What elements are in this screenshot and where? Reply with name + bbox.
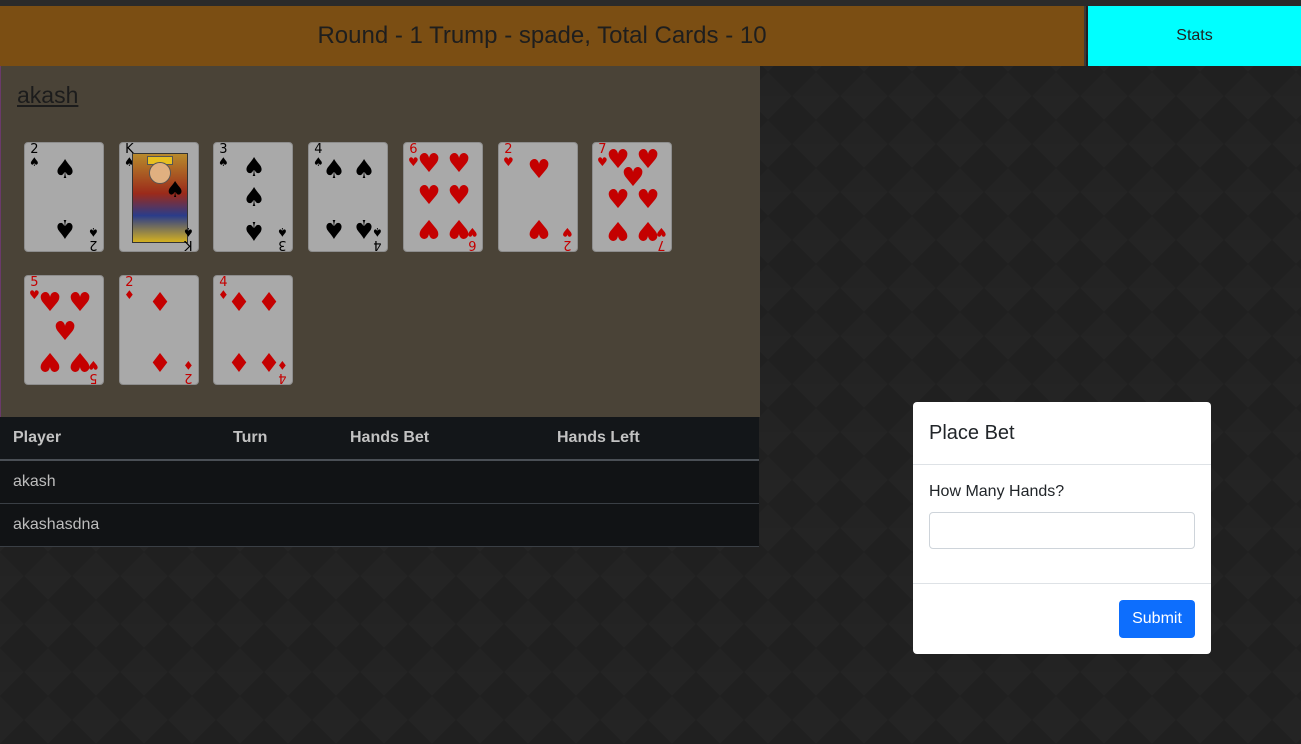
table-header-row: Player Turn Hands Bet Hands Left (0, 417, 759, 461)
diamond-pip-icon: ♦ (148, 346, 172, 376)
card-index-bottom: 3 ♠ (277, 225, 288, 252)
diamond-pip-icon: ♦ (148, 288, 172, 318)
card-index-bottom: 6 ♥ (467, 225, 478, 252)
heart-pip-icon: ♥ (606, 215, 630, 245)
playing-card-6-heart[interactable]: 6 ♥ ♥ ♥ ♥ ♥ ♥ ♥ 6 ♥ (403, 142, 483, 252)
card-index-bottom: K ♠ (183, 225, 194, 252)
stats-button[interactable]: Stats (1088, 6, 1301, 66)
playing-card-2-spade[interactable]: 2 ♠ ♠ ♠ 2 ♠ (24, 142, 104, 252)
round-info-text: Round - 1 Trump - spade, Total Cards - 1… (317, 22, 767, 49)
card-index-bottom: 5 ♥ (88, 358, 99, 385)
king-face-image: ♠ (132, 153, 188, 243)
playing-card-3-spade[interactable]: 3 ♠ ♠ ♠ ♠ 3 ♠ (213, 142, 293, 252)
card-index-bottom: 2 ♦ (183, 358, 194, 385)
hand-panel: akash 2 ♠ ♠ ♠ 2 ♠ K ♠ ♠ K ♠ 3 ♠ ♠ ♠ ♠ 3 ♠ 4 ♠ ♠ ♠ ♠ ♠ 4 ♠ 6 ♥ ♥ ♥ ♥ ♥ ♥ ♥… (0, 66, 760, 417)
stats-button-label: Stats (1176, 27, 1213, 44)
diamond-pip-icon: ♦ (257, 288, 281, 318)
players-table: Player Turn Hands Bet Hands Left akash a… (0, 417, 759, 547)
playing-card-7-heart[interactable]: 7 ♥ ♥ ♥ ♥ ♥ ♥ ♥ ♥ 7 ♥ (592, 142, 672, 252)
submit-button[interactable]: Submit (1119, 600, 1195, 638)
spade-pip-icon: ♠ (53, 155, 77, 185)
column-header-player: Player (0, 417, 220, 461)
column-header-hands-left: Hands Left (544, 417, 759, 461)
player-cell: akashasdna (0, 503, 220, 547)
spade-pip-icon: ♠ (242, 153, 266, 183)
modal-body: How Many Hands? (913, 465, 1211, 584)
heart-pip-icon: ♥ (606, 185, 630, 215)
hands-bet-cell (337, 460, 544, 504)
current-player-name[interactable]: akash (17, 82, 78, 109)
modal-footer: Submit (913, 584, 1211, 654)
modal-header: Place Bet (913, 402, 1211, 465)
heart-pip-icon: ♥ (417, 149, 441, 179)
playing-card-2-diamond[interactable]: 2 ♦ ♦ ♦ 2 ♦ (119, 275, 199, 385)
card-index-bottom: 2 ♠ (88, 225, 99, 252)
modal-title: Place Bet (929, 421, 1015, 444)
table-row: akash (0, 460, 759, 504)
heart-pip-icon: ♥ (68, 288, 92, 318)
playing-card-2-heart[interactable]: 2 ♥ ♥ ♥ 2 ♥ (498, 142, 578, 252)
heart-pip-icon: ♥ (447, 149, 471, 179)
playing-card-K-spade[interactable]: K ♠ ♠ K ♠ (119, 142, 199, 252)
heart-pip-icon: ♥ (38, 346, 62, 376)
spade-pip-icon: ♠ (322, 213, 346, 243)
card-index-top: 2 ♥ (503, 142, 514, 169)
diamond-pip-icon: ♦ (227, 288, 251, 318)
heart-pip-icon: ♥ (417, 213, 441, 243)
card-index-top: 2 ♠ (29, 142, 40, 169)
heart-pip-icon: ♥ (53, 317, 77, 347)
spade-pip-icon: ♠ (322, 155, 346, 185)
playing-card-4-diamond[interactable]: 4 ♦ ♦ ♦ ♦ ♦ 4 ♦ (213, 275, 293, 385)
heart-pip-icon: ♥ (527, 155, 551, 185)
hands-left-cell (544, 503, 759, 547)
hands-bet-cell (337, 503, 544, 547)
turn-cell (220, 503, 337, 547)
heart-pip-icon: ♥ (447, 181, 471, 211)
card-index-bottom: 4 ♠ (372, 225, 383, 252)
column-header-turn: Turn (220, 417, 337, 461)
card-index-top: 3 ♠ (218, 142, 229, 169)
card-index-bottom: 2 ♥ (562, 225, 573, 252)
card-index-bottom: 4 ♦ (277, 358, 288, 385)
playing-card-4-spade[interactable]: 4 ♠ ♠ ♠ ♠ ♠ 4 ♠ (308, 142, 388, 252)
card-index-top: 2 ♦ (124, 275, 135, 302)
hands-input[interactable] (929, 512, 1195, 549)
spade-pip-icon: ♠ (242, 183, 266, 213)
column-header-hands-bet: Hands Bet (337, 417, 544, 461)
heart-pip-icon: ♥ (38, 288, 62, 318)
card-index-bottom: 7 ♥ (656, 225, 667, 252)
spade-pip-icon: ♠ (352, 155, 376, 185)
round-info-header: Round - 1 Trump - spade, Total Cards - 1… (0, 6, 1086, 66)
heart-pip-icon: ♥ (527, 213, 551, 243)
heart-pip-icon: ♥ (417, 181, 441, 211)
turn-cell (220, 460, 337, 504)
diamond-pip-icon: ♦ (227, 346, 251, 376)
table-row: akashasdna (0, 503, 759, 547)
spade-pip-icon: ♠ (242, 215, 266, 245)
heart-pip-icon: ♥ (636, 185, 660, 215)
player-cell: akash (0, 460, 220, 504)
playing-card-5-heart[interactable]: 5 ♥ ♥ ♥ ♥ ♥ ♥ 5 ♥ (24, 275, 104, 385)
hands-left-cell (544, 460, 759, 504)
spade-pip-icon: ♠ (53, 213, 77, 243)
place-bet-modal: Place Bet How Many Hands? Submit (913, 402, 1211, 654)
hands-input-label: How Many Hands? (929, 483, 1065, 500)
